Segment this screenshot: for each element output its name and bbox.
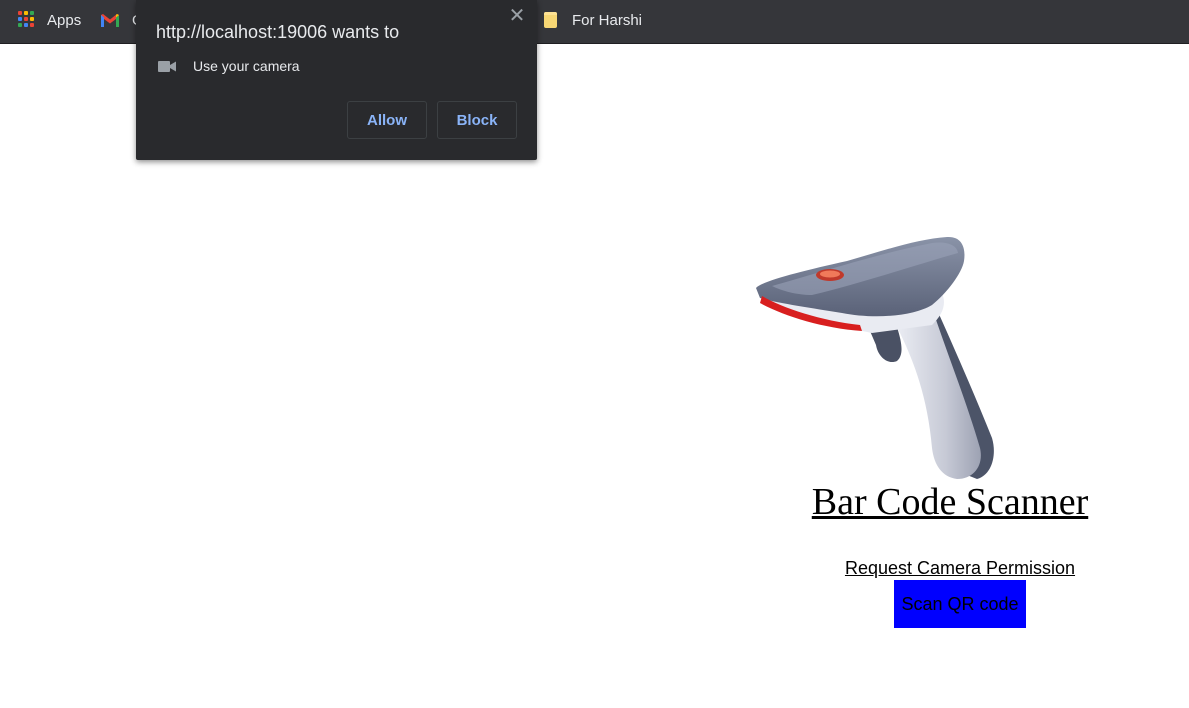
- bookmark-apps-label: Apps: [47, 11, 82, 29]
- permission-title: http://localhost:19006 wants to: [156, 22, 400, 42]
- allow-button[interactable]: Allow: [347, 101, 427, 139]
- bookmark-folder-for-harshi[interactable]: For Harshi: [544, 0, 642, 40]
- page-title: Bar Code Scanner: [811, 481, 1089, 523]
- request-camera-permission-link[interactable]: Request Camera Permission: [790, 558, 1130, 579]
- bookmark-file-icon: [544, 12, 557, 28]
- apps-grid-icon: [18, 11, 36, 29]
- camera-permission-popup: http://localhost:19006 wants to ✕ Use yo…: [136, 0, 537, 160]
- block-button[interactable]: Block: [437, 101, 517, 139]
- video-camera-icon: [158, 60, 176, 72]
- bookmark-folder-label: For Harshi: [572, 11, 643, 29]
- permission-camera-label: Use your camera: [193, 58, 300, 74]
- barcode-scanner-image: [756, 236, 994, 479]
- gmail-icon: [101, 13, 119, 27]
- scan-qr-code-button[interactable]: Scan QR code: [894, 580, 1026, 628]
- permission-camera-row: Use your camera: [158, 58, 300, 74]
- bookmark-apps[interactable]: Apps: [18, 0, 81, 40]
- close-icon[interactable]: ✕: [508, 6, 526, 26]
